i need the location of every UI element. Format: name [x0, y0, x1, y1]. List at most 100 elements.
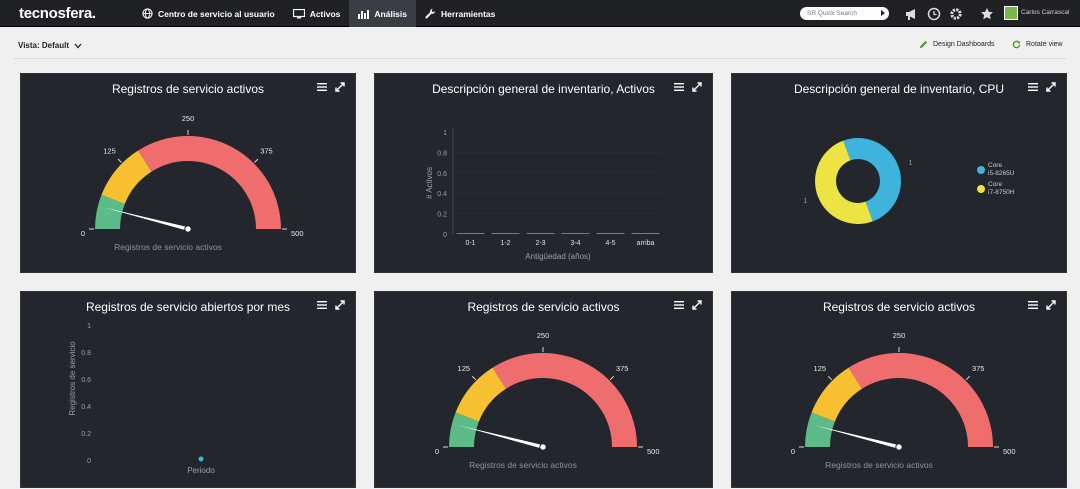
legend-label: Core: [988, 181, 1002, 188]
gauge-tick: [254, 158, 259, 163]
legend-label: i5-8265U: [988, 170, 1015, 177]
rotate-view-button[interactable]: Rotate view: [1012, 40, 1063, 49]
gauge-pivot: [539, 443, 547, 451]
dashboard-toolbar: Vista: Default Design Dashboards Rotate …: [14, 32, 1066, 59]
nav-item-label: Activos: [309, 8, 341, 19]
panel-title: Registros de servicio activos: [467, 300, 620, 314]
menu-icon[interactable]: [1028, 82, 1038, 92]
gauge-tick-label: 0: [435, 447, 439, 456]
gauge-tick: [827, 375, 833, 381]
panel-title: Registros de servicio activos: [822, 300, 976, 314]
legend-label: Core: [988, 162, 1002, 169]
avatar[interactable]: [1004, 6, 1018, 20]
y-tick-label: 0.8: [81, 350, 91, 357]
gauge-label: Registros de servicio activos: [114, 242, 222, 252]
data-point: [198, 456, 204, 462]
x-tick-label: 2-3: [535, 240, 545, 247]
bar: [631, 233, 660, 234]
gauge-tick-label: 250: [893, 331, 906, 340]
nav-item-activos[interactable]: Activos: [284, 0, 350, 27]
y-axis-label: # Activos: [425, 167, 434, 199]
gauge-tick-label: 125: [103, 147, 116, 156]
main-nav: Centro de servicio al usuario Activos An…: [133, 0, 504, 27]
expand-icon[interactable]: [1046, 300, 1056, 310]
bar: [456, 233, 485, 234]
legend-label: i7-8750H: [988, 189, 1015, 196]
refresh-icon: [1012, 40, 1021, 49]
expand-icon[interactable]: [692, 300, 702, 310]
gauge-chart: 0 125 250 375 500 Registros de servicio activ…: [791, 331, 1016, 470]
x-tick-label: arriba: [637, 240, 655, 247]
slice-value-label: 1: [803, 198, 807, 205]
x-tick-label: 1-2: [500, 240, 510, 247]
chevron-down-icon: [74, 43, 82, 48]
expand-icon[interactable]: [335, 300, 345, 310]
quick-search: [800, 7, 889, 20]
view-selector[interactable]: Vista: Default: [18, 41, 82, 50]
y-tick-label: 0.4: [81, 404, 91, 411]
gauge-pivot: [184, 225, 192, 233]
gauge-tick: [117, 158, 122, 163]
menu-icon[interactable]: [674, 82, 684, 92]
pencil-icon: [919, 40, 928, 49]
y-tick-label: 1: [443, 130, 447, 137]
bar: [526, 233, 555, 234]
panel-registros-activos-1: 0 125 250 375 500 Registros de servicio activ…: [20, 73, 356, 273]
gauge-tick-label: 0: [791, 447, 795, 456]
menu-icon[interactable]: [1028, 300, 1038, 310]
gauge-label: Registros de servicio activos: [469, 460, 577, 470]
slice-value-label: 1: [909, 160, 913, 167]
design-dashboards-button[interactable]: Design Dashboards: [919, 40, 994, 49]
gauge-tick: [471, 375, 477, 381]
gauge-tick-label: 250: [182, 114, 195, 123]
gauge-label: Registros de servicio activos: [825, 460, 933, 470]
user-name[interactable]: Carlos Carrascal: [1021, 9, 1069, 16]
expand-icon[interactable]: [335, 82, 345, 92]
menu-icon[interactable]: [317, 300, 327, 310]
panel-inventario-activos: 0 0.2 0.4 0.6 0.8 1 0-1 1-2 2-3 3-4 4-5 arriba Antig…: [374, 73, 713, 273]
gauge-tick: [609, 375, 615, 381]
globe-icon: [142, 8, 153, 19]
megaphone-icon[interactable]: [905, 7, 919, 21]
y-tick-label: 0.6: [437, 171, 447, 178]
bar: [491, 233, 520, 234]
x-tick-label: 3-4: [570, 240, 580, 247]
expand-icon[interactable]: [692, 82, 702, 92]
search-input[interactable]: [807, 10, 877, 17]
nav-item-label: Análisis: [374, 8, 408, 19]
wrench-icon: [425, 8, 436, 19]
y-tick-label: 0.6: [81, 377, 91, 384]
gauge-tick-label: 125: [458, 364, 471, 373]
gauge-tick-label: 375: [972, 364, 985, 373]
nav-item-centro-servicio[interactable]: Centro de servicio al usuario: [133, 0, 284, 27]
bar-chart: 0 0.2 0.4 0.6 0.8 1 0-1 1-2 2-3 3-4 4-5 arriba Antig…: [425, 128, 663, 261]
expand-icon[interactable]: [1046, 82, 1056, 92]
y-tick-label: 0.2: [81, 431, 91, 438]
nav-item-label: Centro de servicio al usuario: [158, 8, 275, 19]
nav-item-herramientas[interactable]: Herramientas: [416, 0, 504, 27]
y-tick-label: 0.8: [437, 150, 447, 157]
x-axis-label: Periodo: [187, 466, 215, 475]
monitor-icon: [292, 8, 305, 18]
scatter-chart: 0 0.2 0.4 0.6 0.8 1 Registros de servicio Perio…: [68, 323, 215, 475]
star-icon[interactable]: [980, 7, 994, 21]
nav-item-analisis[interactable]: Análisis: [349, 0, 417, 27]
y-tick-label: 1: [87, 323, 91, 330]
logo[interactable]: tecnosfera.: [19, 5, 96, 22]
gauge-tick-label: 375: [616, 364, 629, 373]
search-go-icon[interactable]: [881, 10, 885, 16]
gauge-chart: 0 125 250 375 500 Registros de servicio activ…: [81, 114, 304, 252]
legend-swatch: [977, 166, 985, 174]
clock-icon[interactable]: [927, 7, 941, 21]
rotate-view-label: Rotate view: [1026, 41, 1063, 48]
menu-icon[interactable]: [674, 300, 684, 310]
top-bar: tecnosfera. Centro de servicio al usuari…: [0, 0, 1080, 27]
y-tick-label: 0: [443, 232, 447, 239]
y-tick-label: 0.4: [437, 191, 447, 198]
panel-title: Descripción general de inventario, Activ…: [432, 82, 655, 96]
y-tick-label: 0: [87, 458, 91, 465]
gear-icon[interactable]: [949, 7, 963, 21]
menu-icon[interactable]: [317, 82, 327, 92]
view-selector-label: Vista: Default: [18, 41, 69, 50]
gauge-tick-label: 375: [260, 147, 273, 156]
